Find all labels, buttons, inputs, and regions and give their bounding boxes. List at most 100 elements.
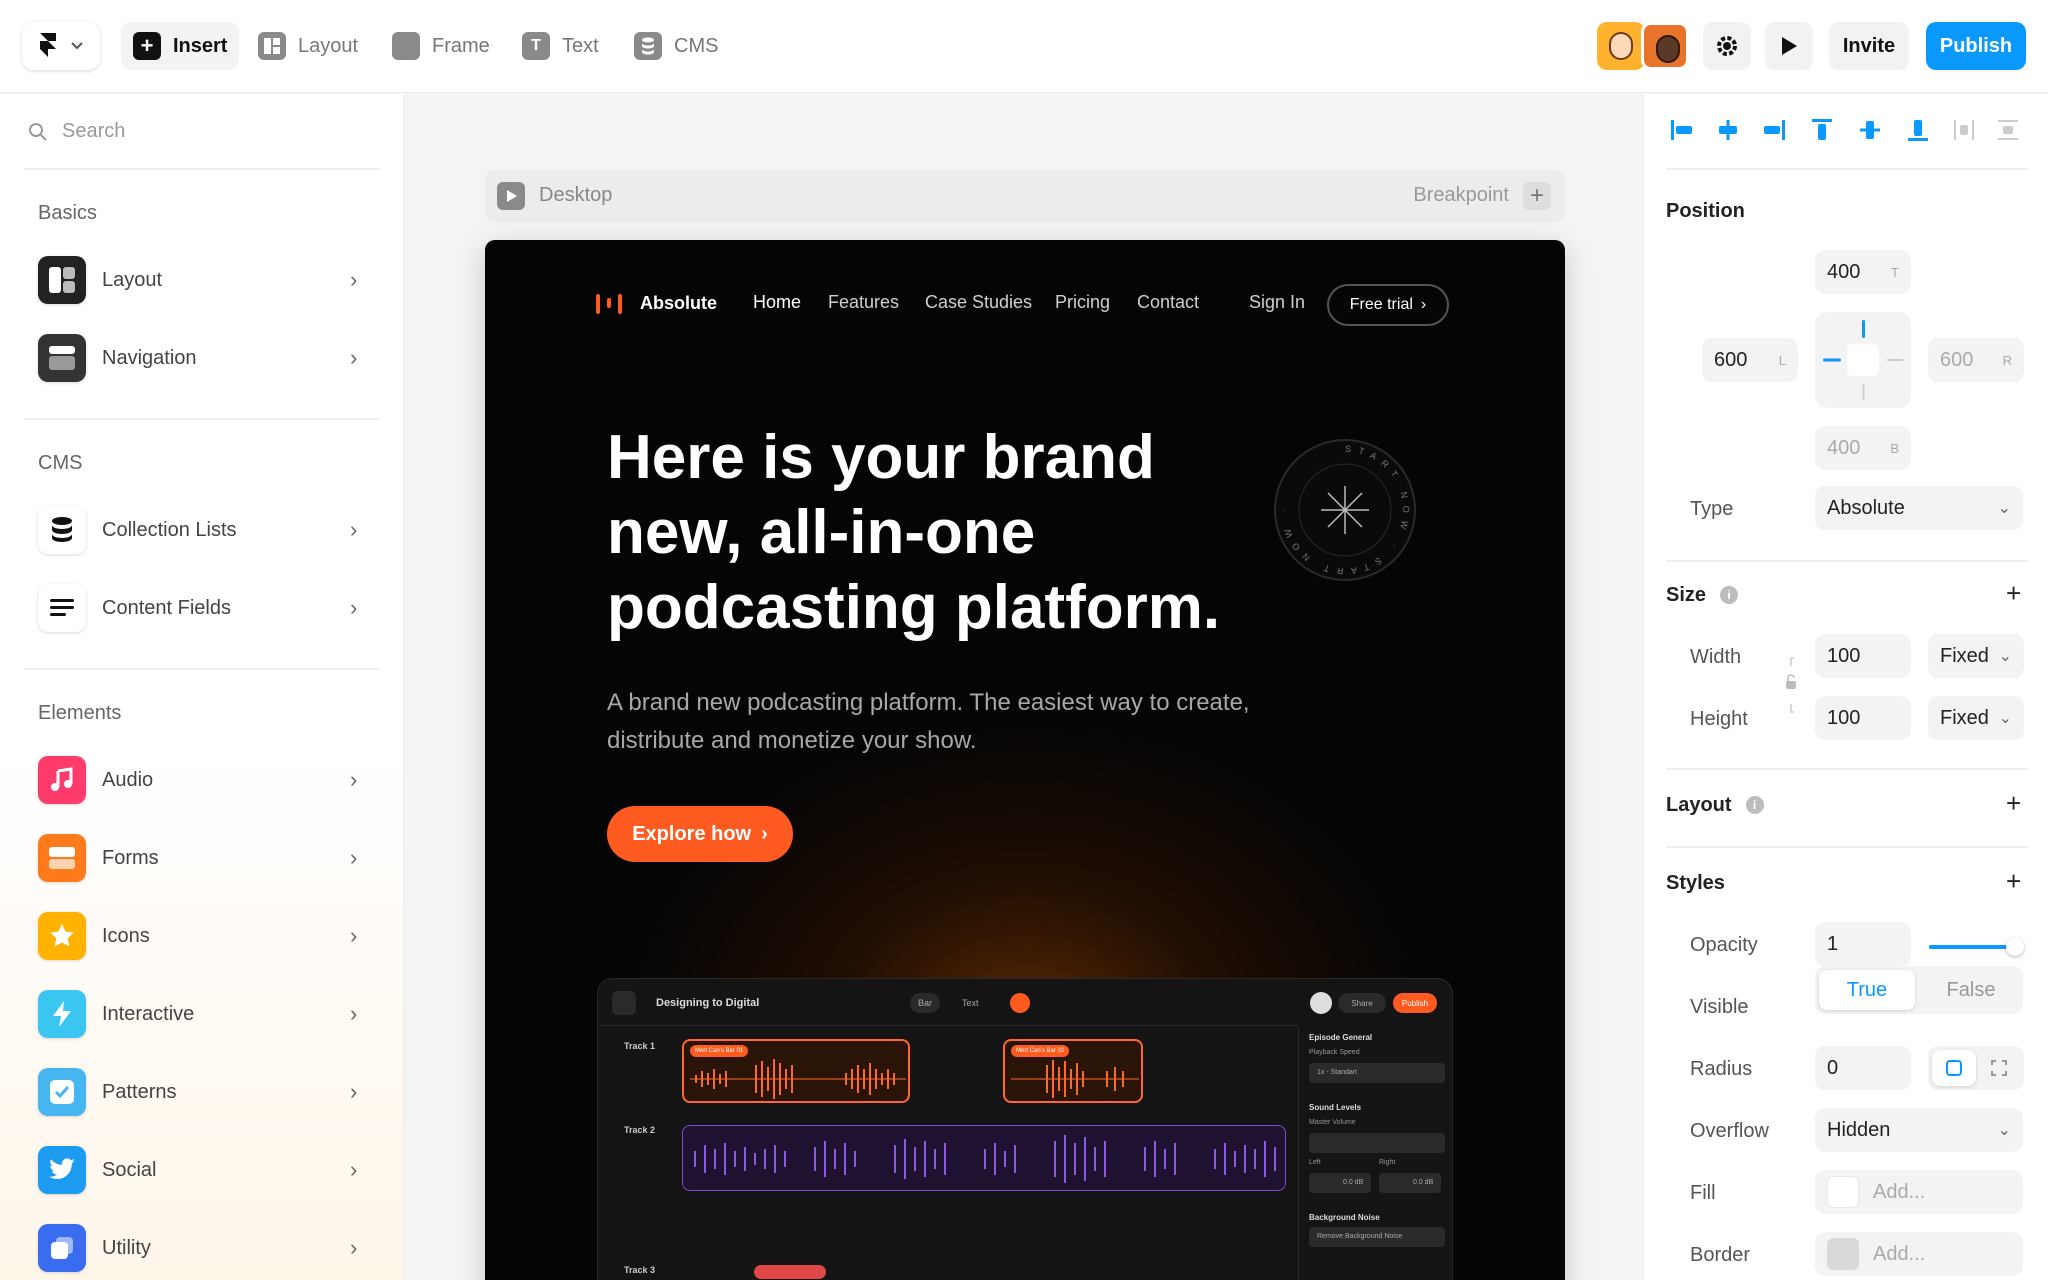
navigation-icon [38,334,86,382]
fill-input[interactable]: Add... [1815,1170,2023,1214]
invite-button[interactable]: Invite [1829,22,1909,70]
position-top-value: 400 [1827,260,1861,283]
nav-item-utility[interactable]: Utility › [38,1222,370,1274]
mock-left-value: 0.0 dB [1309,1173,1371,1193]
settings-button[interactable] [1703,22,1751,70]
height-mode-select[interactable]: Fixed ⌄ [1928,696,2024,740]
nav-item-label: Audio [102,768,154,791]
align-top-icon[interactable] [1806,114,1838,146]
distribute-horizontal-icon[interactable] [1948,114,1980,146]
height-input[interactable]: 100 [1815,696,1911,740]
square-icon [1946,1060,1962,1076]
position-right-input[interactable]: 600 R [1928,338,2024,382]
overflow-value: Hidden [1827,1118,1891,1141]
site-brand[interactable]: Absolute [596,292,717,314]
nav-item-forms[interactable]: Forms › [38,832,370,884]
site-sign-in[interactable]: Sign In [1249,292,1305,313]
chevron-right-icon: › [350,267,358,292]
opacity-slider-knob[interactable] [2006,938,2024,956]
visible-false-option[interactable]: False [1923,970,2019,1010]
design-canvas[interactable]: Desktop Breakpoint + Absolute Home Featu… [405,94,1642,1280]
text-tool[interactable]: T Text [510,22,611,70]
publish-button[interactable]: Publish [1926,22,2026,70]
overflow-select[interactable]: Hidden ⌄ [1815,1108,2023,1152]
explore-button[interactable]: Explore how › [607,806,793,862]
app-menu-button[interactable] [22,22,100,70]
nav-item-patterns[interactable]: Patterns › [38,1066,370,1118]
position-right-value: 600 [1940,348,1974,371]
avatar[interactable] [1641,22,1689,70]
app-mockup: Designing to Digital Bar Text Share Publ… [597,978,1453,1280]
nav-item-icons[interactable]: Icons › [38,910,370,962]
site-nav-features[interactable]: Features [828,292,899,313]
radius-mode-toggle[interactable] [1928,1046,2024,1090]
chevron-right-icon: › [350,1079,358,1104]
nav-item-audio[interactable]: Audio › [38,754,370,806]
align-right-icon[interactable] [1758,114,1790,146]
radius-input[interactable]: 0 [1815,1046,1911,1090]
mock-right-label: Right [1379,1159,1396,1166]
visible-true-option[interactable]: True [1819,970,1915,1010]
position-type-select[interactable]: Absolute ⌄ [1815,486,2023,530]
avatar[interactable] [1597,22,1645,70]
cms-label: CMS [674,34,719,57]
width-input[interactable]: 100 [1815,634,1911,678]
collaborator-avatars[interactable] [1597,22,1689,70]
breakpoint-add-label[interactable]: Breakpoint [1413,184,1509,207]
audio-clip [682,1125,1286,1191]
add-style-button[interactable]: + [2006,866,2021,897]
layout-tool[interactable]: Layout [246,22,370,70]
site-frame[interactable]: Absolute Home Features Case Studies Pric… [485,240,1565,1280]
position-bottom-value: 400 [1827,436,1861,459]
nav-item-content-fields[interactable]: Content Fields › [38,582,370,634]
chevron-right-icon: › [350,595,358,620]
nav-item-social[interactable]: Social › [38,1144,370,1196]
nav-item-collection-lists[interactable]: Collection Lists › [38,504,370,556]
position-left-input[interactable]: 600 L [1702,338,1798,382]
radius-uniform-option[interactable] [1932,1050,1976,1086]
explore-label: Explore how [632,822,752,845]
add-breakpoint-button[interactable]: + [1523,182,1551,210]
preview-button[interactable] [1765,22,1813,70]
distribute-vertical-icon[interactable] [1992,114,2024,146]
border-input[interactable]: Add... [1815,1232,2023,1276]
add-size-button[interactable]: + [2006,578,2021,609]
add-layout-button[interactable]: + [2006,788,2021,819]
align-left-icon[interactable] [1666,114,1698,146]
breakpoint-bar[interactable]: Desktop Breakpoint + [485,170,1565,222]
nav-item-layout[interactable]: Layout › [38,254,370,306]
align-center-horizontal-icon[interactable] [1712,114,1744,146]
visible-toggle[interactable]: True False [1815,966,2023,1014]
width-mode-select[interactable]: Fixed ⌄ [1928,634,2024,678]
search-field[interactable]: Search [28,120,125,143]
site-nav-home[interactable]: Home [753,292,801,313]
lock-aspect-icon[interactable] [1784,656,1798,714]
align-center-vertical-icon[interactable] [1854,114,1886,146]
form-icon [38,834,86,882]
position-top-input[interactable]: 400 T [1815,250,1911,294]
divider [24,668,380,670]
free-trial-button[interactable]: Free trial › [1327,284,1449,326]
site-nav-case-studies[interactable]: Case Studies [925,292,1032,313]
opacity-input[interactable]: 1 [1815,922,1911,966]
search-placeholder: Search [62,120,126,142]
nav-item-navigation[interactable]: Navigation › [38,332,370,384]
nav-item-interactive[interactable]: Interactive › [38,988,370,1040]
cms-tool[interactable]: CMS [622,22,730,70]
frame-tool[interactable]: Frame [380,22,502,70]
opacity-slider-track[interactable] [1929,945,2015,949]
align-bottom-icon[interactable] [1902,114,1934,146]
plus-icon: + [133,32,161,60]
site-nav-contact[interactable]: Contact [1137,292,1199,313]
info-icon[interactable]: i [1745,796,1764,814]
insert-tool[interactable]: + Insert [121,22,240,70]
position-pin-control[interactable] [1815,312,1911,408]
divider [24,168,380,170]
properties-panel: Position 400 T 600 L 600 R 400 B Type Ab… [1643,94,2048,1280]
play-icon[interactable] [497,182,525,210]
chevron-right-icon: › [350,767,358,792]
site-nav-pricing[interactable]: Pricing [1055,292,1110,313]
corners-icon[interactable] [1990,1059,2008,1077]
info-icon[interactable]: i [1720,586,1739,604]
position-bottom-input[interactable]: 400 B [1815,426,1911,470]
